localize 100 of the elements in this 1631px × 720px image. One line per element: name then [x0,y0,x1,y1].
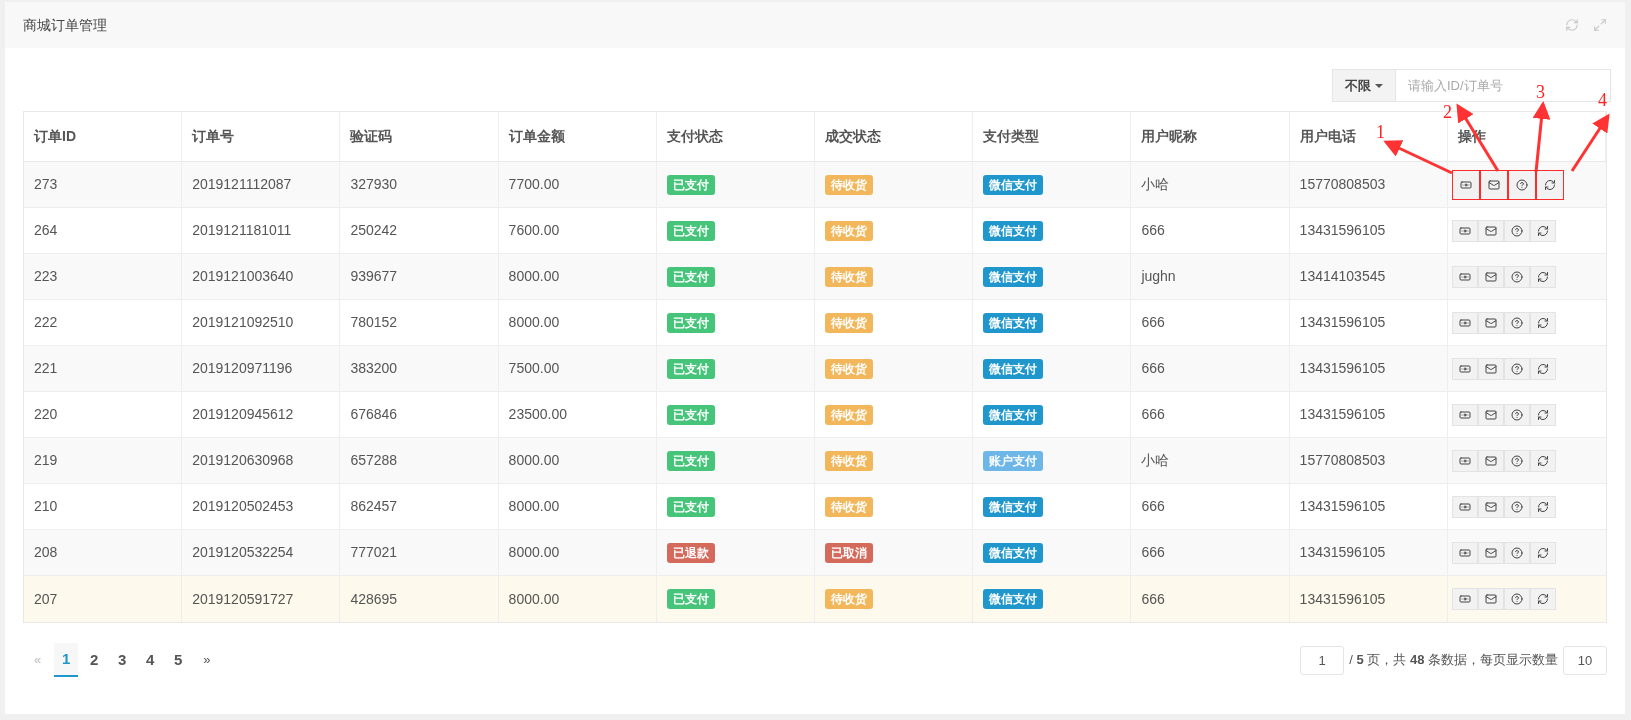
table-row[interactable]: 264 2019121181011 250242 7600.00 已支付 待收货 微信支付 666 13431596105 [24,208,1606,254]
status-badge: 待收货 [825,358,873,379]
status-badge: 待收货 [825,312,873,333]
table-cell: 208 [24,530,183,575]
caret-icon [1375,83,1383,88]
action-button[interactable] [1477,495,1504,518]
envelope-icon [1484,593,1497,605]
action-button[interactable] [1477,403,1504,426]
annotation-arrow [1456,103,1500,172]
action-button[interactable] [1529,265,1556,288]
action-button[interactable] [1536,170,1563,199]
table-row[interactable]: 221 2019120971196 383200 7500.00 已支付 待收货 微信支付 666 13431596105 [24,346,1606,392]
banknote-icon [1458,546,1471,559]
action-button[interactable] [1477,219,1504,242]
action-button[interactable] [1503,588,1530,610]
status-badge: 待收货 [825,450,873,471]
table-row[interactable]: 219 2019120630968 657288 8000.00 已支付 待收货 账户支付 小哈 15770808503 [24,438,1606,484]
column-header: 用户昵称 [1131,112,1290,161]
help-icon [1510,270,1523,283]
action-button[interactable] [1477,357,1504,380]
table-cell: 2019120945612 [182,392,341,437]
table-row[interactable]: 223 2019121003640 939677 8000.00 已支付 待收货 微信支付 jughn 13414103545 [24,254,1606,300]
action-button[interactable] [1452,170,1479,199]
banknote-icon [1458,224,1471,237]
table-cell: 2019120630968 [182,438,341,483]
help-icon [1510,316,1523,329]
page-button[interactable]: 3 [110,643,135,677]
action-button[interactable] [1503,311,1530,334]
annotation-number: 3 [1536,82,1545,102]
status-badge: 已支付 [666,496,715,517]
action-button[interactable] [1529,541,1556,564]
action-button[interactable] [1503,219,1530,242]
action-button[interactable] [1477,265,1504,288]
action-button[interactable] [1477,449,1504,472]
refresh-icon [1536,408,1549,421]
page-input[interactable]: 1 [1300,645,1345,675]
status-badge: 待收货 [825,589,873,609]
action-button[interactable] [1508,170,1535,199]
status-badge: 微信支付 [983,174,1044,195]
action-button[interactable] [1477,311,1504,334]
next-page-button[interactable]: » [192,643,222,677]
action-button[interactable] [1529,311,1556,334]
table-row[interactable]: 273 2019121112087 327930 7700.00 已支付 待收货 微信支付 小哈 15770808503 [24,162,1606,208]
page-button[interactable]: 5 [166,643,191,677]
help-icon [1510,500,1523,513]
action-button[interactable] [1503,449,1530,472]
action-button[interactable] [1529,449,1556,472]
table-cell: 428695 [340,576,499,622]
table-cell: 2019121092510 [182,300,341,345]
action-button[interactable] [1529,403,1556,426]
action-button[interactable] [1529,495,1556,518]
status-badge: 账户支付 [983,450,1044,471]
action-button[interactable] [1503,403,1530,426]
help-icon [1510,593,1523,605]
column-header: 支付类型 [973,112,1132,161]
table-cell: 13431596105 [1289,392,1448,437]
status-badge: 待收货 [825,220,873,241]
table-cell: 666 [1131,530,1290,575]
action-button[interactable] [1529,357,1556,380]
page-button[interactable]: 2 [82,643,107,677]
action-button[interactable] [1503,357,1530,380]
status-badge: 已支付 [666,450,715,471]
banknote-icon [1458,500,1471,513]
banknote-icon [1458,408,1471,421]
table-row[interactable]: 210 2019120502453 862457 8000.00 已支付 待收货 微信支付 666 13431596105 [24,484,1606,530]
refresh-icon [1536,546,1549,559]
status-badge: 微信支付 [983,589,1044,609]
page-button[interactable]: 4 [138,643,163,677]
table-cell: 210 [24,484,183,529]
table-cell: 7500.00 [498,346,657,391]
table-cell: 666 [1131,576,1290,622]
table-row[interactable]: 220 2019120945612 676846 23500.00 已支付 待收货 微信支付 666 13431596105 [24,392,1606,438]
help-icon [1510,408,1523,421]
table-cell: 小哈 [1131,438,1290,483]
envelope-icon [1484,224,1497,237]
action-button[interactable] [1529,588,1556,610]
action-button[interactable] [1480,170,1507,199]
help-icon [1515,178,1528,191]
action-button[interactable] [1477,541,1504,564]
action-button[interactable] [1529,219,1556,242]
envelope-icon [1484,454,1497,467]
help-icon [1510,362,1523,375]
action-button[interactable] [1503,541,1530,564]
banknote-icon [1459,178,1472,191]
status-badge: 微信支付 [983,496,1044,517]
table-row[interactable]: 208 2019120532254 777021 8000.00 已退款 已取消 微信支付 666 13431596105 [24,530,1606,576]
status-badge: 已支付 [666,589,715,609]
table-cell: 221 [24,346,183,391]
column-header: 订单ID [24,112,183,161]
table-cell: 13414103545 [1289,254,1448,299]
action-button[interactable] [1477,588,1504,610]
envelope-icon [1484,500,1497,513]
filter-dropdown[interactable]: 不限 [1332,69,1396,102]
table-row[interactable]: 207 2019120591727 428695 8000.00 已支付 待收货 微信支付 666 13431596105 [24,576,1606,622]
help-icon [1510,454,1523,467]
action-button[interactable] [1503,265,1530,288]
action-button[interactable] [1503,495,1530,518]
page-size-input[interactable]: 10 [1563,645,1607,675]
table-row[interactable]: 222 2019121092510 780152 8000.00 已支付 待收货 微信支付 666 13431596105 [24,300,1606,346]
table-cell: 780152 [340,300,499,345]
